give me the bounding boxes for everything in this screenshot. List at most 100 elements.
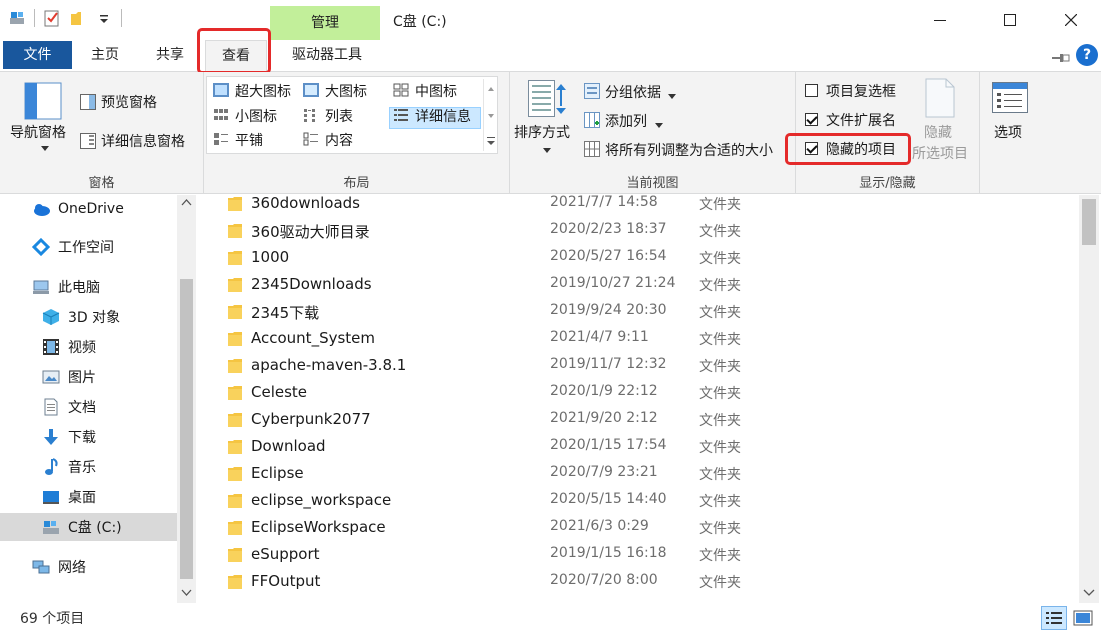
table-row[interactable]: eSupport 2019/1/15 16:18 文件夹 — [196, 541, 1079, 568]
nav-item-onedrive[interactable]: OneDrive — [0, 195, 177, 223]
layout-tiles[interactable]: 平铺 — [235, 130, 263, 150]
customize-qat-chevron-icon[interactable] — [95, 9, 113, 27]
details-view-button[interactable] — [1041, 606, 1067, 630]
table-row[interactable]: Celeste 2020/1/9 22:12 文件夹 — [196, 379, 1079, 406]
table-row[interactable]: 2345下载 2019/9/24 20:30 文件夹 — [196, 298, 1079, 325]
add-columns-dropdown-icon[interactable] — [655, 117, 663, 133]
nav-item-music[interactable]: 音乐 — [0, 453, 177, 481]
file-name: 2345Downloads — [251, 275, 372, 293]
add-columns-icon — [584, 112, 600, 132]
nav-item-this-pc[interactable]: 此电脑 — [0, 273, 177, 301]
tab-manage[interactable]: 管理 — [270, 6, 380, 40]
table-row[interactable]: 360驱动大师目录 2020/2/23 18:37 文件夹 — [196, 217, 1079, 244]
minimize-button[interactable] — [917, 0, 963, 40]
group-show-hide: 项目复选框 文件扩展名 隐藏的项目 隐藏 所选项目 显示/隐藏 — [796, 72, 980, 194]
options-button[interactable]: 选项 — [994, 122, 1022, 142]
details-pane-button[interactable]: 详细信息窗格 — [101, 131, 185, 151]
tab-view[interactable]: 查看 — [205, 40, 267, 72]
layout-details[interactable]: 详细信息 — [415, 106, 471, 126]
tab-share[interactable]: 共享 — [145, 40, 195, 72]
hidden-items-checkbox[interactable] — [805, 142, 818, 155]
nav-item-downloads[interactable]: 下载 — [0, 423, 177, 451]
file-type: 文件夹 — [699, 494, 741, 510]
window-title: C盘 (C:) — [393, 14, 447, 30]
nav-pane-button[interactable]: 导航窗格 — [10, 122, 66, 142]
scroll-down-icon[interactable] — [177, 587, 196, 599]
folder-icon — [228, 574, 242, 589]
table-row[interactable]: EclipseWorkspace 2021/6/3 0:29 文件夹 — [196, 514, 1079, 541]
tab-drive-tools[interactable]: 驱动器工具 — [277, 40, 377, 72]
help-icon[interactable]: ? — [1076, 44, 1098, 66]
ribbon-tabs: 文件 主页 共享 查看 驱动器工具 — [0, 40, 1101, 72]
table-row[interactable]: Account_System 2021/4/7 9:11 文件夹 — [196, 325, 1079, 352]
extra-large-icons-icon — [213, 83, 229, 101]
file-list-scrollbar[interactable] — [1079, 195, 1099, 603]
table-row[interactable]: FFOutput 2020/7/20 8:00 文件夹 — [196, 568, 1079, 595]
layout-large-icons[interactable]: 大图标 — [325, 81, 367, 101]
file-date-modified: 2020/1/9 22:12 — [550, 383, 658, 399]
add-columns-button[interactable]: 添加列 — [605, 111, 647, 131]
large-icons-view-button[interactable] — [1070, 606, 1096, 630]
nav-item-3d-objects[interactable]: 3D 对象 — [0, 303, 177, 331]
file-name: 360驱动大师目录 — [251, 223, 370, 241]
folder-icon — [228, 520, 242, 535]
file-name: Eclipse — [251, 464, 304, 482]
table-row[interactable]: Download 2020/1/15 17:54 文件夹 — [196, 433, 1079, 460]
layout-extra-large-icons[interactable]: 超大图标 — [235, 81, 291, 101]
file-name: eSupport — [251, 545, 320, 563]
scroll-up-icon[interactable] — [177, 197, 196, 209]
tab-file[interactable]: 文件 — [3, 41, 72, 69]
nav-item-videos[interactable]: 视频 — [0, 333, 177, 361]
minimize-icon — [934, 20, 946, 21]
file-name: 2345下载 — [251, 304, 320, 322]
nav-item-desktop[interactable]: 桌面 — [0, 483, 177, 511]
sort-by-dropdown-icon[interactable] — [543, 142, 551, 158]
nav-pane-dropdown-icon[interactable] — [41, 140, 49, 156]
nav-item-network[interactable]: 网络 — [0, 553, 177, 581]
layout-list[interactable]: 列表 — [325, 106, 353, 126]
item-checkboxes-checkbox[interactable] — [805, 84, 818, 97]
divider — [34, 9, 35, 27]
file-type: 文件夹 — [699, 278, 741, 294]
layout-content[interactable]: 内容 — [325, 130, 353, 150]
table-row[interactable]: Eclipse 2020/7/9 23:21 文件夹 — [196, 460, 1079, 487]
table-row[interactable]: 1000 2020/5/27 16:54 文件夹 — [196, 244, 1079, 271]
table-row[interactable]: Cyberpunk2077 2021/9/20 2:12 文件夹 — [196, 406, 1079, 433]
file-extensions-checkbox[interactable] — [805, 113, 818, 126]
table-row[interactable]: 360downloads 2021/7/7 14:58 文件夹 — [196, 195, 1079, 217]
maximize-button[interactable] — [987, 0, 1033, 40]
film-icon — [42, 338, 60, 356]
close-button[interactable] — [1048, 0, 1094, 40]
nav-item-pictures[interactable]: 图片 — [0, 363, 177, 391]
nav-item-workspace[interactable]: 工作空间 — [0, 233, 177, 261]
hide-selected-label[interactable]: 隐藏 — [924, 122, 952, 142]
group-by-button[interactable]: 分组依据 — [605, 82, 661, 102]
layout-medium-icons[interactable]: 中图标 — [415, 81, 457, 101]
drive-icon — [42, 518, 60, 536]
nav-pane-scrollbar[interactable] — [177, 195, 196, 603]
file-list-scroll-thumb[interactable] — [1082, 199, 1096, 245]
table-row[interactable]: apache-maven-3.8.1 2019/11/7 12:32 文件夹 — [196, 352, 1079, 379]
properties-icon[interactable] — [43, 9, 61, 27]
preview-pane-button[interactable]: 预览窗格 — [101, 92, 157, 112]
drive-app-icon — [8, 9, 26, 27]
nav-item-documents[interactable]: 文档 — [0, 393, 177, 421]
file-date-modified: 2020/7/9 23:21 — [550, 464, 658, 480]
scroll-down-icon[interactable] — [1079, 587, 1099, 599]
tab-home[interactable]: 主页 — [80, 40, 130, 72]
new-folder-icon[interactable] — [69, 9, 87, 27]
size-all-columns-button[interactable]: 将所有列调整为合适的大小 — [605, 140, 773, 160]
navigation-pane: OneDrive 工作空间 此电脑 3D 对象 视频 图片 文档 下载 音乐 桌… — [0, 195, 196, 603]
gallery-scroll[interactable] — [483, 79, 497, 151]
folder-icon — [228, 466, 242, 481]
medium-icons-icon — [393, 83, 409, 101]
workspace-icon — [31, 237, 51, 257]
nav-item-c-drive[interactable]: C盘 (C:) — [0, 513, 177, 541]
sort-by-button[interactable]: 排序方式 — [514, 122, 570, 142]
table-row[interactable]: 2345Downloads 2019/10/27 21:24 文件夹 — [196, 271, 1079, 298]
table-row[interactable]: eclipse_workspace 2020/5/15 14:40 文件夹 — [196, 487, 1079, 514]
layout-small-icons[interactable]: 小图标 — [235, 106, 277, 126]
nav-scroll-thumb[interactable] — [180, 279, 193, 579]
pin-ribbon-icon[interactable] — [1052, 51, 1070, 67]
group-by-dropdown-icon[interactable] — [668, 88, 676, 104]
